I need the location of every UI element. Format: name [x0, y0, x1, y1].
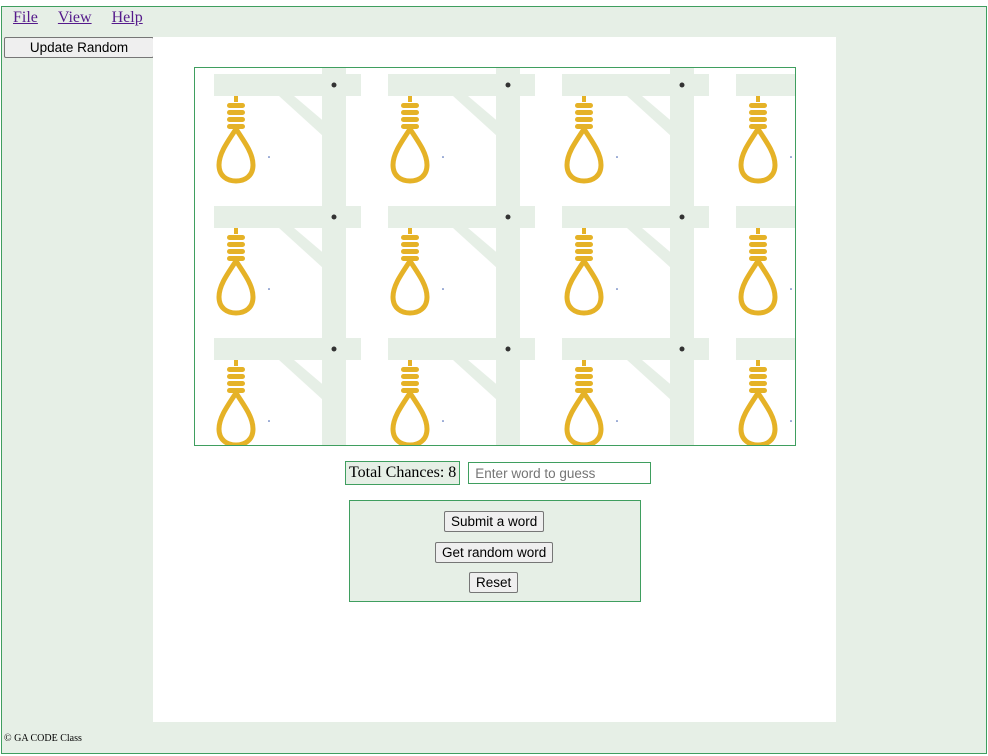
- reset-button[interactable]: Reset: [469, 572, 519, 593]
- hangman-pattern-icon: [195, 68, 795, 445]
- menu-help[interactable]: Help: [112, 9, 143, 27]
- guess-input[interactable]: [468, 462, 652, 484]
- app-frame: File View Help Update Random Total Chanc…: [1, 6, 987, 754]
- main-panel: Total Chances: 8 Submit a word Get rando…: [153, 37, 836, 722]
- menu-file[interactable]: File: [13, 9, 38, 27]
- update-random-button[interactable]: Update Random: [4, 37, 154, 58]
- controls-row: Total Chances: 8: [345, 461, 652, 485]
- footer-copyright: © GA CODE Class: [4, 733, 82, 744]
- action-buttons: Submit a word Get random word Reset: [349, 500, 641, 602]
- menu-view[interactable]: View: [58, 9, 92, 27]
- random-word-button[interactable]: Get random word: [435, 542, 554, 563]
- submit-word-button[interactable]: Submit a word: [444, 511, 545, 532]
- menu-bar: File View Help: [13, 7, 143, 29]
- total-chances: Total Chances: 8: [345, 461, 461, 485]
- hangman-board: [194, 67, 796, 446]
